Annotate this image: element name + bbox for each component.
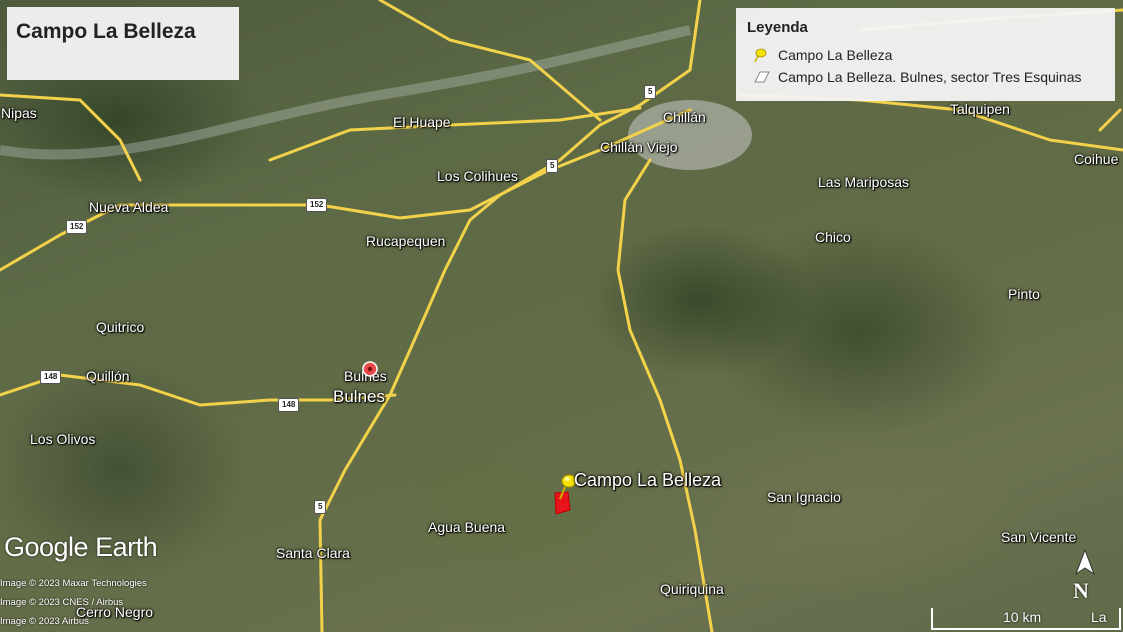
scale-extra-label: La [1091, 609, 1107, 625]
el-huape-road [268, 106, 642, 162]
place-los-olivos: Los Olivos [30, 431, 96, 447]
imagery-credit: Image © 2023 Maxar Technologies [0, 578, 147, 589]
polygon-outline-icon [754, 71, 770, 83]
place-talquipen: Talquipen [950, 101, 1010, 117]
legend-title: Leyenda [747, 19, 808, 36]
place-pinto: Pinto [1008, 286, 1040, 302]
north-label: N [1073, 578, 1089, 603]
place-agua-buena: Agua Buena [428, 519, 506, 535]
legend-item-polygon: Campo La Belleza. Bulnes, sector Tres Es… [752, 69, 1082, 85]
bulnes-locator-icon[interactable] [360, 360, 380, 380]
title-panel: Campo La Belleza [7, 7, 239, 80]
imagery-credit: Image © 2023 CNES / Airbus [0, 597, 124, 608]
chillan-south-road [616, 158, 714, 632]
place-quillon: Quillón [86, 368, 130, 384]
legend-item-pushpin: Campo La Belleza [752, 47, 892, 63]
google-earth-logo: Google Earth [4, 532, 158, 562]
place-quitrico: Quitrico [96, 319, 145, 335]
route-152-shield: 152 [66, 220, 88, 234]
route-148-shield: 148 [40, 370, 62, 384]
place-coihueco: Coihue [1074, 151, 1119, 167]
place-san-ignacio: San Ignacio [767, 489, 841, 505]
place-quiriquina: Quiriquina [660, 581, 724, 597]
place-los-colihues: Los Colihues [437, 168, 518, 184]
pushpin-label: Campo La Belleza [574, 470, 722, 490]
talquipen-road [738, 93, 1123, 152]
place-nipas: Nipas [1, 105, 37, 121]
place-bulnes: Bulnes [333, 387, 385, 406]
place-santa-clara: Santa Clara [276, 545, 350, 561]
place-el-huape: El Huape [393, 114, 451, 130]
scale-bar: 10 km La [928, 608, 1123, 632]
place-las-mariposas: Las Mariposas [818, 174, 910, 190]
imagery-credit: Image © 2023 Airbus [0, 616, 89, 627]
place-chico: Chico [815, 229, 851, 245]
legend-item-label: Campo La Belleza [778, 47, 893, 63]
route-5-shield: 5 [314, 500, 327, 514]
route-5-shield: 5 [644, 85, 657, 99]
legend-panel: Leyenda Campo La Belleza Campo La Bellez… [736, 8, 1115, 101]
place-chillan: Chillán [663, 109, 706, 125]
satellite-map[interactable]: 5 5 5 152 152 148 148 Nipas El Huape Chi… [0, 0, 1123, 632]
route-148-shield: 148 [278, 398, 300, 412]
place-chillan-viejo: Chillán Viejo [600, 139, 678, 155]
route-152-shield: 152 [306, 198, 328, 212]
place-rucapequen: Rucapequen [366, 233, 446, 249]
route-152-road [0, 108, 692, 272]
route-5-shield: 5 [546, 159, 559, 173]
legend-item-label: Campo La Belleza. Bulnes, sector Tres Es… [778, 69, 1082, 85]
place-san-vicente: San Vicente [1001, 529, 1077, 545]
yellow-pushpin-icon [754, 48, 767, 63]
map-title: Campo La Belleza [16, 20, 196, 43]
east-road [1098, 108, 1122, 132]
place-nueva-aldea: Nueva Aldea [89, 199, 169, 215]
scale-label: 10 km [1003, 609, 1042, 625]
